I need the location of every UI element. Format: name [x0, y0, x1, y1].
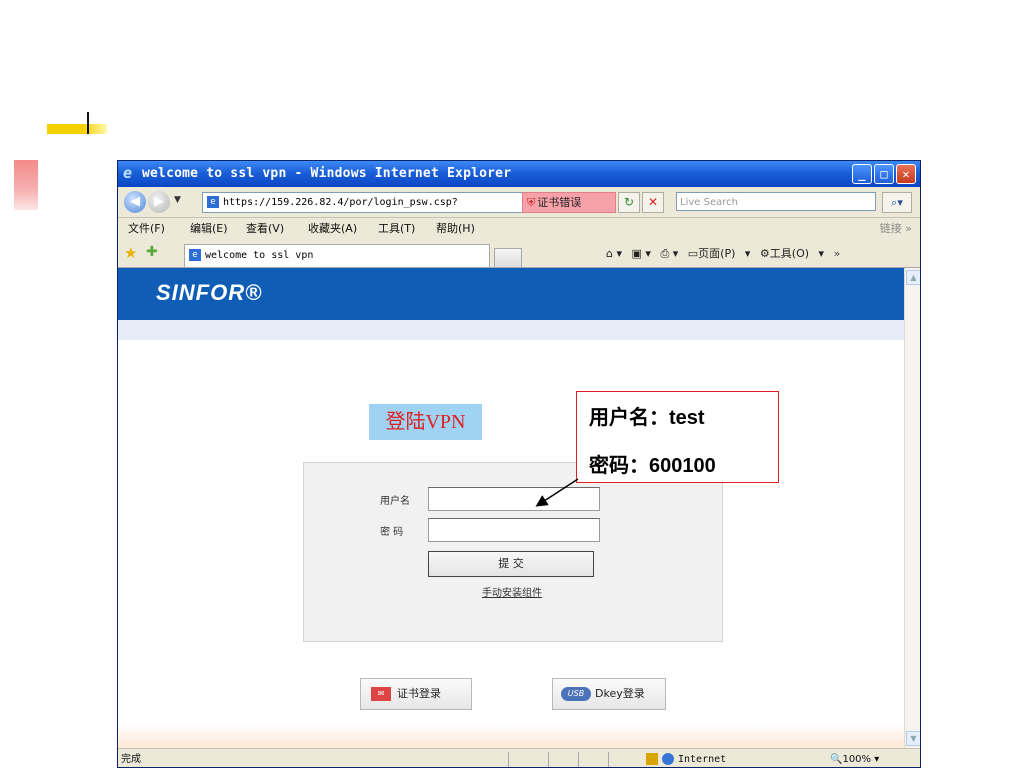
live-search-input[interactable]: Live Search — [676, 192, 876, 211]
forward-button[interactable]: ▶ — [148, 191, 170, 213]
page-menu-label: 页面(P) — [698, 247, 736, 260]
slide-accent-tick — [87, 112, 89, 134]
login-form: 用户名 密 码 提 交 手动安装组件 — [303, 462, 723, 642]
page-viewport: SINFOR® 登陆VPN 用户名 密 码 提 交 手动安装组件 ✉ 证书登录 U… — [118, 268, 904, 748]
print-icon[interactable]: ⎙ ▾ — [660, 247, 678, 260]
menu-edit[interactable]: 编辑(E) — [190, 218, 228, 240]
password-label: 密 码 — [380, 527, 404, 538]
home-icon[interactable]: ⌂ ▾ — [606, 247, 622, 260]
more-chevron-icon[interactable]: » — [834, 247, 841, 260]
usb-key-icon: USB — [561, 687, 591, 701]
window-title: welcome to ssl vpn - Windows Internet Ex… — [142, 166, 512, 181]
menu-view[interactable]: 查看(V) — [246, 218, 284, 240]
status-divider — [578, 752, 579, 767]
menu-help[interactable]: 帮助(H) — [436, 218, 475, 240]
page-icon: e — [207, 196, 219, 208]
menu-tools[interactable]: 工具(T) — [378, 218, 415, 240]
protected-mode-icon — [646, 753, 658, 765]
manual-install-link[interactable]: 手动安装组件 — [482, 584, 542, 599]
tab-welcome[interactable]: e welcome to ssl vpn — [184, 244, 490, 267]
scroll-up-icon[interactable]: ▲ — [906, 270, 920, 285]
search-button[interactable]: ⌕▾ — [882, 192, 912, 213]
status-divider — [508, 752, 509, 767]
sinfor-logo: SINFOR® — [156, 280, 263, 305]
add-favorite-icon[interactable]: ✚ — [146, 244, 158, 260]
certificate-login-button[interactable]: ✉ 证书登录 — [360, 678, 472, 710]
command-bar: ⌂ ▾ ▣ ▾ ⎙ ▾ ▭页面(P) ▾ ⚙工具(O) ▾ » — [606, 245, 846, 263]
title-bar: e welcome to ssl vpn - Windows Internet … — [118, 161, 920, 187]
status-text: 完成 — [121, 754, 141, 765]
shield-warning-icon: ⛨ — [527, 196, 536, 209]
dkey-login-label: Dkey登录 — [595, 687, 645, 700]
vpn-login-label: 登陆VPN — [369, 404, 482, 440]
zoom-control[interactable]: 🔍100% ▾ — [830, 749, 879, 767]
certificate-login-label: 证书登录 — [397, 687, 441, 700]
zoom-label: 100% — [842, 754, 872, 765]
tab-bar: ★ ✚ e welcome to ssl vpn ⌂ ▾ ▣ ▾ ⎙ ▾ ▭页面(… — [118, 241, 920, 268]
submit-button[interactable]: 提 交 — [428, 551, 594, 577]
stop-button[interactable]: ✕ — [642, 192, 664, 213]
new-tab-button[interactable] — [494, 248, 522, 267]
ie-logo-icon: e — [123, 164, 133, 182]
tools-menu-label: 工具(O) — [769, 247, 810, 260]
tab-label: welcome to ssl vpn — [205, 250, 314, 261]
minimize-button[interactable]: _ — [852, 164, 872, 184]
page-menu[interactable]: ▭页面(P) ▾ — [688, 247, 751, 260]
vertical-scrollbar[interactable]: ▲ ▼ — [904, 268, 920, 748]
history-dropdown-icon[interactable]: ▼ — [174, 195, 181, 205]
scroll-down-icon[interactable]: ▼ — [906, 731, 920, 746]
menu-file[interactable]: 文件(F) — [128, 218, 165, 240]
tools-menu[interactable]: ⚙工具(O) ▾ — [760, 247, 824, 260]
favorites-star-icon[interactable]: ★ — [124, 244, 137, 262]
credentials-callout: 用户名：test 密码：600100 — [576, 391, 779, 483]
maximize-button[interactable]: □ — [874, 164, 894, 184]
status-bar: 完成 Internet 🔍100% ▾ — [118, 748, 920, 767]
certificate-error-button[interactable]: ⛨ 证书错误 — [522, 192, 616, 213]
globe-icon — [662, 753, 674, 765]
security-zone[interactable]: Internet — [646, 749, 727, 767]
slide-accent-block — [14, 160, 38, 210]
password-input[interactable] — [428, 518, 600, 542]
address-text: https://159.226.82.4/por/login_psw.csp? — [223, 197, 458, 208]
back-button[interactable]: ◀ — [124, 191, 146, 213]
refresh-button[interactable]: ↻ — [618, 192, 640, 213]
page-icon: e — [189, 249, 201, 261]
header-banner: SINFOR® — [118, 268, 904, 320]
username-label: 用户名 — [380, 496, 410, 507]
dkey-login-button[interactable]: USB Dkey登录 — [552, 678, 666, 710]
links-button[interactable]: 链接 » — [880, 218, 912, 240]
status-divider — [608, 752, 609, 767]
zone-label: Internet — [678, 754, 727, 765]
certificate-icon: ✉ — [371, 687, 391, 701]
callout-username: 用户名：test — [589, 407, 705, 429]
menu-favorites[interactable]: 收藏夹(A) — [308, 218, 357, 240]
certificate-error-label: 证书错误 — [537, 196, 582, 209]
close-button[interactable]: ✕ — [896, 164, 916, 184]
header-subbar — [118, 320, 904, 340]
callout-password: 密码：600100 — [589, 455, 716, 477]
address-toolbar: ◀ ▶ ▼ e https://159.226.82.4/por/login_ps… — [118, 187, 920, 218]
page-footer-gradient — [118, 723, 904, 748]
status-divider — [548, 752, 549, 767]
slide-accent-bar — [47, 124, 107, 134]
browser-window: e welcome to ssl vpn - Windows Internet … — [117, 160, 921, 768]
feeds-icon[interactable]: ▣ ▾ — [632, 247, 651, 260]
menu-bar: 文件(F) 编辑(E) 查看(V) 收藏夹(A) 工具(T) 帮助(H) 链接 … — [118, 218, 920, 240]
username-input[interactable] — [428, 487, 600, 511]
address-field[interactable]: e https://159.226.82.4/por/login_psw.csp?… — [202, 192, 534, 213]
